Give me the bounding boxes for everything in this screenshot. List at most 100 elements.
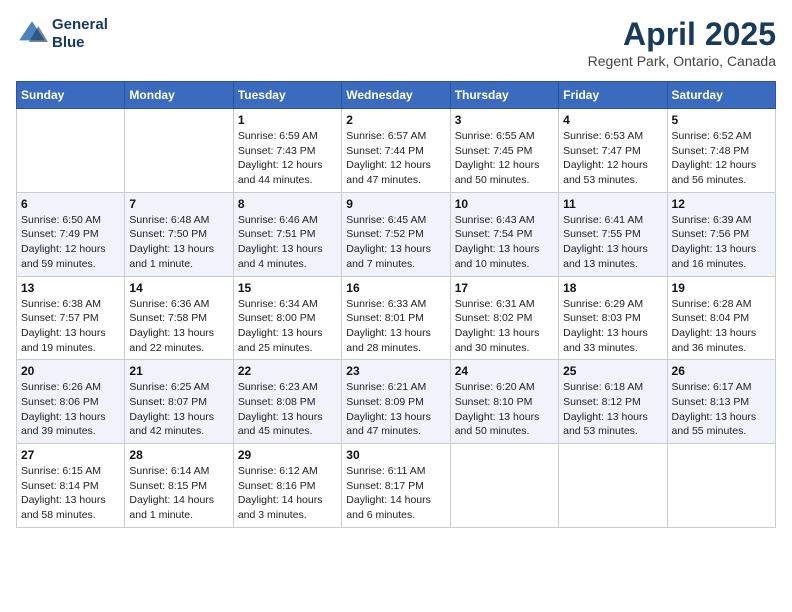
weekday-header-cell: Wednesday: [342, 82, 450, 109]
calendar-week-row: 6 Sunrise: 6:50 AM Sunset: 7:49 PM Daylig…: [17, 192, 776, 276]
day-number: 30: [346, 448, 445, 462]
weekday-header-cell: Saturday: [667, 82, 775, 109]
day-number: 11: [563, 197, 662, 211]
calendar-week-row: 1Sunrise: 6:59 AM Sunset: 7:43 PM Daylig…: [17, 109, 776, 193]
calendar-cell: 20 Sunrise: 6:26 AM Sunset: 8:06 PM Dayli…: [17, 360, 125, 444]
day-info: Sunrise: 6:59 AM Sunset: 7:43 PM Dayligh…: [238, 129, 337, 188]
calendar-cell: [559, 444, 667, 528]
calendar-week-row: 20 Sunrise: 6:26 AM Sunset: 8:06 PM Dayli…: [17, 360, 776, 444]
day-number: 14: [129, 281, 228, 295]
calendar-cell: 3Sunrise: 6:55 AM Sunset: 7:45 PM Daylig…: [450, 109, 558, 193]
day-number: 26: [672, 364, 771, 378]
day-info: Sunrise: 6:20 AM Sunset: 8:10 PM Dayligh…: [455, 380, 554, 439]
weekday-header-cell: Thursday: [450, 82, 558, 109]
day-number: 24: [455, 364, 554, 378]
day-number: 17: [455, 281, 554, 295]
calendar-cell: 30 Sunrise: 6:11 AM Sunset: 8:17 PM Dayli…: [342, 444, 450, 528]
calendar-cell: 5Sunrise: 6:52 AM Sunset: 7:48 PM Daylig…: [667, 109, 775, 193]
weekday-header-cell: Sunday: [17, 82, 125, 109]
day-number: 10: [455, 197, 554, 211]
calendar: SundayMondayTuesdayWednesdayThursdayFrid…: [16, 81, 776, 528]
logo-icon: [16, 18, 48, 50]
day-info: Sunrise: 6:46 AM Sunset: 7:51 PM Dayligh…: [238, 213, 337, 272]
calendar-cell: [667, 444, 775, 528]
day-info: Sunrise: 6:23 AM Sunset: 8:08 PM Dayligh…: [238, 380, 337, 439]
day-info: Sunrise: 6:39 AM Sunset: 7:56 PM Dayligh…: [672, 213, 771, 272]
day-info: Sunrise: 6:34 AM Sunset: 8:00 PM Dayligh…: [238, 297, 337, 356]
location: Regent Park, Ontario, Canada: [588, 53, 776, 69]
logo-line1: General: [52, 16, 108, 34]
logo-text: General Blue: [52, 16, 108, 52]
day-info: Sunrise: 6:33 AM Sunset: 8:01 PM Dayligh…: [346, 297, 445, 356]
calendar-cell: 13 Sunrise: 6:38 AM Sunset: 7:57 PM Dayli…: [17, 276, 125, 360]
calendar-cell: 11 Sunrise: 6:41 AM Sunset: 7:55 PM Dayli…: [559, 192, 667, 276]
calendar-cell: 29Sunrise: 6:12 AM Sunset: 8:16 PM Dayli…: [233, 444, 341, 528]
day-info: Sunrise: 6:28 AM Sunset: 8:04 PM Dayligh…: [672, 297, 771, 356]
calendar-week-row: 13 Sunrise: 6:38 AM Sunset: 7:57 PM Dayli…: [17, 276, 776, 360]
calendar-week-row: 27Sunrise: 6:15 AM Sunset: 8:14 PM Dayli…: [17, 444, 776, 528]
title-area: April 2025 Regent Park, Ontario, Canada: [588, 16, 776, 69]
day-info: Sunrise: 6:25 AM Sunset: 8:07 PM Dayligh…: [129, 380, 228, 439]
day-info: Sunrise: 6:14 AM Sunset: 8:15 PM Dayligh…: [129, 464, 228, 523]
calendar-cell: 18 Sunrise: 6:29 AM Sunset: 8:03 PM Dayli…: [559, 276, 667, 360]
calendar-cell: 25Sunrise: 6:18 AM Sunset: 8:12 PM Dayli…: [559, 360, 667, 444]
weekday-header-cell: Monday: [125, 82, 233, 109]
day-info: Sunrise: 6:31 AM Sunset: 8:02 PM Dayligh…: [455, 297, 554, 356]
calendar-cell: [17, 109, 125, 193]
calendar-cell: 17 Sunrise: 6:31 AM Sunset: 8:02 PM Dayli…: [450, 276, 558, 360]
day-info: Sunrise: 6:38 AM Sunset: 7:57 PM Dayligh…: [21, 297, 120, 356]
calendar-cell: 9 Sunrise: 6:45 AM Sunset: 7:52 PM Daylig…: [342, 192, 450, 276]
month-title: April 2025: [588, 16, 776, 53]
day-number: 25: [563, 364, 662, 378]
day-number: 21: [129, 364, 228, 378]
logo-line2: Blue: [52, 34, 108, 52]
calendar-cell: [125, 109, 233, 193]
calendar-cell: 4Sunrise: 6:53 AM Sunset: 7:47 PM Daylig…: [559, 109, 667, 193]
calendar-cell: 19 Sunrise: 6:28 AM Sunset: 8:04 PM Dayli…: [667, 276, 775, 360]
calendar-cell: 15 Sunrise: 6:34 AM Sunset: 8:00 PM Dayli…: [233, 276, 341, 360]
day-number: 20: [21, 364, 120, 378]
day-info: Sunrise: 6:41 AM Sunset: 7:55 PM Dayligh…: [563, 213, 662, 272]
logo: General Blue: [16, 16, 108, 52]
calendar-cell: 1Sunrise: 6:59 AM Sunset: 7:43 PM Daylig…: [233, 109, 341, 193]
calendar-cell: 24 Sunrise: 6:20 AM Sunset: 8:10 PM Dayli…: [450, 360, 558, 444]
calendar-cell: 23 Sunrise: 6:21 AM Sunset: 8:09 PM Dayli…: [342, 360, 450, 444]
calendar-cell: 21 Sunrise: 6:25 AM Sunset: 8:07 PM Dayli…: [125, 360, 233, 444]
day-info: Sunrise: 6:43 AM Sunset: 7:54 PM Dayligh…: [455, 213, 554, 272]
day-info: Sunrise: 6:12 AM Sunset: 8:16 PM Dayligh…: [238, 464, 337, 523]
day-number: 7: [129, 197, 228, 211]
calendar-cell: 12 Sunrise: 6:39 AM Sunset: 7:56 PM Dayli…: [667, 192, 775, 276]
day-number: 8: [238, 197, 337, 211]
day-number: 15: [238, 281, 337, 295]
day-info: Sunrise: 6:29 AM Sunset: 8:03 PM Dayligh…: [563, 297, 662, 356]
calendar-cell: 16 Sunrise: 6:33 AM Sunset: 8:01 PM Dayli…: [342, 276, 450, 360]
day-info: Sunrise: 6:36 AM Sunset: 7:58 PM Dayligh…: [129, 297, 228, 356]
calendar-cell: 8 Sunrise: 6:46 AM Sunset: 7:51 PM Daylig…: [233, 192, 341, 276]
day-info: Sunrise: 6:21 AM Sunset: 8:09 PM Dayligh…: [346, 380, 445, 439]
calendar-cell: 6 Sunrise: 6:50 AM Sunset: 7:49 PM Daylig…: [17, 192, 125, 276]
weekday-header-cell: Friday: [559, 82, 667, 109]
day-info: Sunrise: 6:50 AM Sunset: 7:49 PM Dayligh…: [21, 213, 120, 272]
calendar-cell: 28Sunrise: 6:14 AM Sunset: 8:15 PM Dayli…: [125, 444, 233, 528]
day-number: 16: [346, 281, 445, 295]
day-number: 12: [672, 197, 771, 211]
day-info: Sunrise: 6:45 AM Sunset: 7:52 PM Dayligh…: [346, 213, 445, 272]
calendar-cell: 2Sunrise: 6:57 AM Sunset: 7:44 PM Daylig…: [342, 109, 450, 193]
day-number: 6: [21, 197, 120, 211]
day-number: 23: [346, 364, 445, 378]
day-number: 19: [672, 281, 771, 295]
day-number: 13: [21, 281, 120, 295]
calendar-cell: 22 Sunrise: 6:23 AM Sunset: 8:08 PM Dayli…: [233, 360, 341, 444]
weekday-header-cell: Tuesday: [233, 82, 341, 109]
weekday-header: SundayMondayTuesdayWednesdayThursdayFrid…: [17, 82, 776, 109]
day-info: Sunrise: 6:26 AM Sunset: 8:06 PM Dayligh…: [21, 380, 120, 439]
day-info: Sunrise: 6:53 AM Sunset: 7:47 PM Dayligh…: [563, 129, 662, 188]
day-info: Sunrise: 6:15 AM Sunset: 8:14 PM Dayligh…: [21, 464, 120, 523]
day-number: 9: [346, 197, 445, 211]
day-info: Sunrise: 6:17 AM Sunset: 8:13 PM Dayligh…: [672, 380, 771, 439]
calendar-cell: 14 Sunrise: 6:36 AM Sunset: 7:58 PM Dayli…: [125, 276, 233, 360]
day-number: 18: [563, 281, 662, 295]
day-number: 22: [238, 364, 337, 378]
page-header: General Blue April 2025 Regent Park, Ont…: [16, 16, 776, 69]
day-info: Sunrise: 6:11 AM Sunset: 8:17 PM Dayligh…: [346, 464, 445, 523]
